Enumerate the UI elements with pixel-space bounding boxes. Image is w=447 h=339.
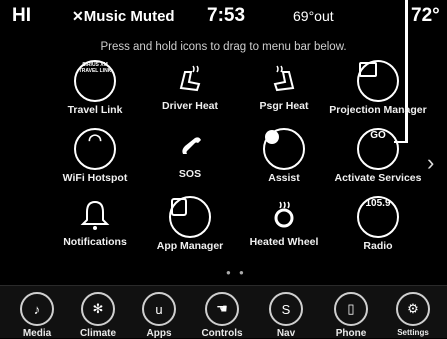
page-indicator: ● ● — [226, 268, 247, 277]
tile-wifi-hotspot[interactable]: ◠ WiFi Hotspot — [40, 128, 150, 185]
heated-wheel-icon — [274, 201, 294, 228]
tile-activate-services[interactable]: GO Activate Services — [323, 128, 433, 185]
clock: 7:53 — [207, 5, 246, 26]
nav-label: Nav — [276, 328, 296, 339]
tile-label: Notifications — [63, 236, 127, 248]
mute-text: Music Muted — [83, 8, 175, 25]
climate-icon: ✻ — [81, 292, 115, 326]
outside-temperature: 69°out — [293, 8, 334, 24]
app-manager-icon — [169, 196, 211, 238]
tile-label: Activate Services — [334, 172, 422, 184]
nav-label: Controls — [201, 328, 243, 339]
tile-label: WiFi Hotspot — [62, 172, 128, 184]
cabin-temperature[interactable]: 72° — [411, 5, 440, 27]
nav-apps[interactable]: u Apps — [132, 292, 186, 339]
nav-settings[interactable]: ⚙ Settings — [386, 292, 440, 337]
tile-label: Radio — [363, 240, 393, 252]
driver-heat-icon — [179, 65, 201, 92]
nav-label: Settings — [397, 328, 429, 337]
nav-label: Climate — [79, 328, 117, 339]
tile-travel-link[interactable]: SIRIUS XM TRAVEL LINK Travel Link — [40, 60, 150, 117]
nav-climate[interactable]: ✻ Climate — [71, 292, 125, 339]
muted-speaker-icon: ✕ — [72, 8, 84, 24]
passenger-heat-icon — [273, 65, 295, 92]
nav-label: Media — [22, 328, 52, 339]
assist-person-icon — [263, 128, 305, 170]
wifi-icon: ◠ — [74, 128, 116, 170]
greeting-text: HI — [12, 5, 31, 26]
travel-link-icon: SIRIUS XM TRAVEL LINK — [74, 60, 116, 102]
nav-label: Phone — [335, 328, 367, 339]
nav-label: Apps — [146, 328, 172, 339]
tile-notifications[interactable]: Notifications — [40, 196, 150, 249]
nav-nav[interactable]: S Nav — [259, 292, 313, 339]
radio-icon: 105.9 — [357, 196, 399, 238]
nav-media[interactable]: ♪ Media — [10, 292, 64, 339]
nav-phone[interactable]: ▯ Phone — [324, 292, 378, 339]
controls-icon: ☚ — [205, 292, 239, 326]
projection-manager-icon — [357, 60, 399, 102]
media-icon: ♪ — [20, 292, 54, 326]
music-muted-status[interactable]: ✕Music Muted — [72, 8, 175, 25]
bottom-menu-bar: ♪ Media ✻ Climate u Apps ☚ Controls S Nav ▯ Ph… — [0, 285, 447, 339]
go-icon: GO — [357, 128, 399, 170]
bell-icon — [80, 200, 110, 230]
phone-icon: ▯ — [334, 292, 368, 326]
nav-icon: S — [269, 292, 303, 326]
infotainment-screen: HI ✕Music Muted 7:53 69°out 72° Press an… — [0, 0, 447, 339]
status-bar: HI ✕Music Muted 7:53 69°out 72° — [0, 0, 447, 30]
settings-gear-icon: ⚙ — [396, 292, 430, 326]
tile-projection-manager[interactable]: Projection Manager — [323, 60, 433, 117]
drag-instruction: Press and hold icons to drag to menu bar… — [100, 41, 347, 53]
apps-icon: u — [142, 292, 176, 326]
next-page-arrow[interactable]: › — [427, 150, 434, 176]
nav-controls[interactable]: ☚ Controls — [195, 292, 249, 339]
sos-phone-icon — [182, 137, 201, 154]
tile-label: Travel Link — [67, 104, 123, 116]
tile-label: Projection Manager — [329, 104, 427, 116]
tile-radio[interactable]: 105.9 Radio — [323, 196, 433, 253]
